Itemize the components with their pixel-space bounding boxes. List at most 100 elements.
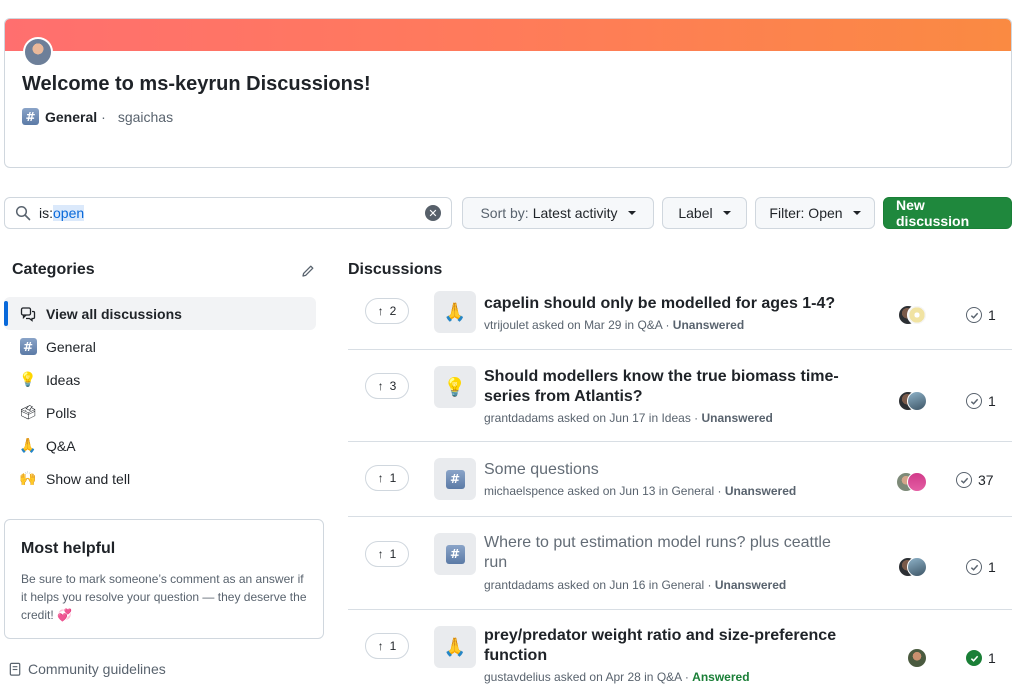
status: Unanswered (714, 578, 787, 592)
avatar[interactable] (907, 391, 927, 411)
vote-count: 3 (389, 379, 397, 393)
sidebar-item-show-and-tell[interactable]: 🙌 Show and tell (4, 462, 316, 495)
discussion-meta: gustavdelius asked on Apr 28 in Q&A · An… (484, 670, 750, 684)
sort-value: Latest activity (532, 205, 618, 221)
category[interactable]: General (671, 484, 714, 498)
discussion-title[interactable]: Some questions (484, 460, 854, 480)
category[interactable]: Q&A (637, 318, 662, 332)
sidebar-item-polls[interactable]: 🗳 Polls (4, 396, 316, 429)
sidebar-item-label: Polls (46, 404, 77, 421)
most-helpful-text: Be sure to mark someone’s comment as an … (21, 572, 307, 622)
discussions-heading: Discussions (348, 261, 443, 278)
avatar[interactable] (907, 557, 927, 577)
upvote-button[interactable]: ↑ 1 (365, 541, 409, 567)
status: Answered (692, 670, 750, 684)
vote-count: 2 (389, 304, 397, 318)
count: 1 (988, 559, 996, 575)
comment-count: 1 (966, 650, 996, 666)
date: Jun 16 (609, 578, 646, 592)
participant-avatars (898, 648, 932, 668)
date: Jun 17 (609, 411, 646, 425)
welcome-author[interactable]: sgaichas (118, 109, 173, 125)
caret-down-icon (627, 211, 636, 215)
upvote-button[interactable]: ↑ 2 (365, 298, 409, 324)
filter-text: Filter: Open (769, 205, 843, 221)
arrow-up-icon: ↑ (377, 471, 384, 485)
label-text: Label (678, 205, 713, 221)
pray-icon: 🙏 (434, 291, 476, 333)
check-circle-icon (966, 393, 982, 409)
participant-avatars (898, 305, 932, 325)
vote-count: 1 (389, 547, 397, 561)
discussion-meta: grantdadams asked on Jun 17 in Ideas · U… (484, 411, 773, 425)
pencil-icon[interactable] (300, 263, 316, 279)
discussion-row: ↑ 1 # Where to put estimation model runs?… (348, 517, 1012, 610)
sidebar-item-label: Ideas (46, 371, 81, 388)
arrow-up-icon: ↑ (377, 547, 384, 561)
comment-count: 1 (966, 393, 996, 409)
guidelines-label: Community guidelines (28, 661, 166, 677)
discussion-title[interactable]: prey/predator weight ratio and size-pref… (484, 626, 854, 666)
count: 1 (988, 307, 996, 323)
participant-avatars (898, 557, 932, 577)
avatar[interactable] (907, 648, 927, 668)
vote-count: 1 (389, 471, 397, 485)
sidebar-item-label: Q&A (46, 437, 76, 454)
clear-search-icon[interactable]: ✕ (425, 205, 441, 221)
category-list: View all discussions # General 💡 Ideas 🗳… (4, 297, 316, 495)
avatar[interactable] (23, 37, 53, 67)
search-icon (15, 205, 31, 221)
discussion-meta: michaelspence asked on Jun 13 in General… (484, 484, 797, 498)
filter-dropdown[interactable]: Filter: Open (755, 197, 875, 229)
category[interactable]: Ideas (661, 411, 690, 425)
avatar[interactable] (907, 472, 927, 492)
hash-icon: # (19, 338, 37, 356)
date: Mar 29 (584, 318, 622, 332)
check-circle-icon (956, 472, 972, 488)
category[interactable]: Q&A (657, 670, 682, 684)
community-guidelines-link[interactable]: Community guidelines (8, 661, 166, 677)
arrow-up-icon: ↑ (377, 304, 384, 318)
comment-count: 1 (966, 559, 996, 575)
welcome-banner (5, 19, 1011, 51)
new-discussion-button[interactable]: New discussion (883, 197, 1012, 229)
upvote-button[interactable]: ↑ 1 (365, 465, 409, 491)
discussion-list: ↑ 2 🙏 capelin should only be modelled for… (348, 286, 1012, 700)
sidebar-item-general[interactable]: # General (4, 330, 316, 363)
welcome-title[interactable]: Welcome to ms-keyrun Discussions! (22, 73, 371, 96)
sidebar-item-qa[interactable]: 🙏 Q&A (4, 429, 316, 462)
discussion-meta: vtrijoulet asked on Mar 29 in Q&A · Unan… (484, 318, 745, 332)
sidebar-item-view-all[interactable]: View all discussions (4, 297, 316, 330)
count: 1 (988, 650, 996, 666)
sort-prefix: Sort by: (480, 205, 529, 221)
discussion-title[interactable]: Should modellers know the true biomass t… (484, 367, 854, 407)
search-input[interactable]: is:open ✕ (4, 197, 452, 229)
welcome-card[interactable]: Welcome to ms-keyrun Discussions! # Gene… (4, 18, 1012, 168)
upvote-button[interactable]: ↑ 3 (365, 373, 409, 399)
check-circle-icon (966, 307, 982, 323)
discussion-meta: grantdadams asked on Jun 16 in General ·… (484, 578, 787, 592)
category[interactable]: General (661, 578, 704, 592)
label-dropdown[interactable]: Label (662, 197, 747, 229)
sort-dropdown[interactable]: Sort by: Latest activity (462, 197, 654, 229)
sidebar-item-ideas[interactable]: 💡 Ideas (4, 363, 316, 396)
hash-icon: # (434, 533, 476, 575)
avatar[interactable] (907, 305, 927, 325)
vote-count: 1 (389, 639, 397, 653)
author[interactable]: grantdadams (484, 411, 554, 425)
guidelines-icon (9, 662, 21, 676)
author[interactable]: grantdadams (484, 578, 554, 592)
caret-down-icon (852, 211, 861, 215)
check-circle-fill-icon (966, 650, 982, 666)
upvote-button[interactable]: ↑ 1 (365, 633, 409, 659)
count: 37 (978, 472, 994, 488)
sidebar-item-label: General (46, 338, 96, 355)
author[interactable]: vtrijoulet (484, 318, 529, 332)
author[interactable]: gustavdelius (484, 670, 551, 684)
author[interactable]: michaelspence (484, 484, 564, 498)
discussion-title[interactable]: Where to put estimation model runs? plus… (484, 533, 854, 573)
sidebar-item-label: Show and tell (46, 470, 131, 487)
welcome-category[interactable]: General (45, 109, 97, 125)
categories-heading: Categories (12, 261, 95, 278)
discussion-title[interactable]: capelin should only be modelled for ages… (484, 294, 854, 314)
